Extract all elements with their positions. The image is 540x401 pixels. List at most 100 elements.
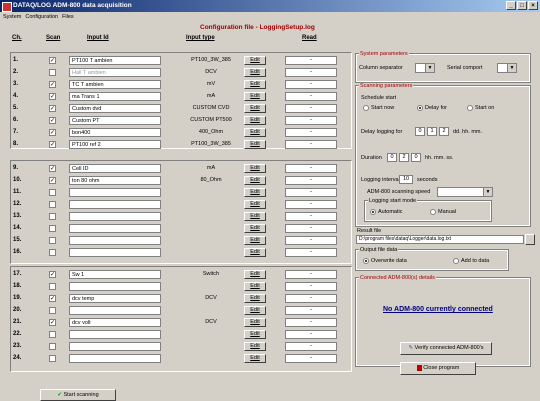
input-id-field[interactable]: ma Trans 1 [69, 92, 161, 101]
edit-button[interactable]: Edit [244, 306, 266, 315]
close-program-button[interactable]: Close program [400, 362, 476, 375]
edit-button[interactable]: Edit [244, 270, 266, 279]
scan-checkbox[interactable] [49, 69, 56, 76]
edit-button[interactable]: Edit [244, 342, 266, 351]
input-id-field[interactable] [69, 282, 161, 291]
scan-checkbox[interactable]: ✓ [49, 319, 56, 326]
menu-files[interactable]: Files [62, 12, 74, 22]
scan-checkbox[interactable] [49, 249, 56, 256]
edit-button[interactable]: Edit [244, 236, 266, 245]
minimize-button[interactable]: _ [506, 1, 516, 10]
scan-checkbox[interactable] [49, 283, 56, 290]
maximize-button[interactable]: □ [517, 1, 527, 10]
input-id-field[interactable]: Hall T ambien [69, 68, 161, 77]
scan-checkbox[interactable]: ✓ [49, 271, 56, 278]
scan-checkbox[interactable] [49, 343, 56, 350]
start-now-radio[interactable] [363, 105, 369, 111]
manual-radio[interactable] [430, 209, 436, 215]
scan-checkbox[interactable]: ✓ [49, 105, 56, 112]
edit-button[interactable]: Edit [244, 128, 266, 137]
input-id-field[interactable]: Custom PT [69, 116, 161, 125]
edit-button[interactable]: Edit [244, 116, 266, 125]
edit-button[interactable]: Edit [244, 188, 266, 197]
edit-button[interactable]: Edit [244, 318, 266, 327]
edit-button[interactable]: Edit [244, 330, 266, 339]
close-window-button[interactable]: × [528, 1, 538, 10]
scan-checkbox[interactable] [49, 237, 56, 244]
scan-checkbox[interactable]: ✓ [49, 295, 56, 302]
edit-button[interactable]: Edit [244, 200, 266, 209]
automatic-radio[interactable] [370, 209, 376, 215]
scan-checkbox[interactable] [49, 213, 56, 220]
menu-configuration[interactable]: Configuration [25, 12, 58, 22]
delay-hours-field[interactable]: 1 [427, 127, 437, 136]
duration-minutes-field[interactable]: 2 [399, 153, 409, 162]
scan-checkbox[interactable]: ✓ [49, 129, 56, 136]
scan-checkbox[interactable]: ✓ [49, 117, 56, 124]
edit-button[interactable]: Edit [244, 140, 266, 149]
delay-for-radio[interactable] [417, 105, 423, 111]
scan-checkbox[interactable] [49, 355, 56, 362]
browse-button[interactable] [525, 234, 535, 245]
duration-seconds-field[interactable]: 0 [411, 153, 421, 162]
start-scanning-button[interactable]: ✔ Start scanning [40, 389, 116, 401]
column-separator-select[interactable]: ▼ [415, 63, 435, 73]
input-id-field[interactable] [69, 248, 161, 257]
edit-button[interactable]: Edit [244, 92, 266, 101]
scan-checkbox[interactable] [49, 225, 56, 232]
logging-interval-field[interactable]: 10 [399, 175, 413, 184]
input-id-field[interactable]: ton 80 ohm [69, 176, 161, 185]
input-id-field[interactable] [69, 306, 161, 315]
scan-checkbox[interactable] [49, 189, 56, 196]
result-file-path[interactable]: D:\program files\dataq\Logger\data.log.t… [356, 235, 524, 244]
edit-button[interactable]: Edit [244, 176, 266, 185]
input-id-field[interactable]: PT100 ref 2 [69, 140, 161, 149]
edit-button[interactable]: Edit [244, 80, 266, 89]
input-id-field[interactable]: bon400 [69, 128, 161, 137]
input-id-field[interactable]: TC T ambien [69, 80, 161, 89]
scan-checkbox[interactable]: ✓ [49, 81, 56, 88]
input-id-field[interactable] [69, 354, 161, 363]
scan-checkbox[interactable] [49, 307, 56, 314]
delay-minutes-field[interactable]: 2 [439, 127, 449, 136]
edit-button[interactable]: Edit [244, 104, 266, 113]
duration-hours-field[interactable]: 0 [387, 153, 397, 162]
start-on-radio[interactable] [467, 105, 473, 111]
input-id-field[interactable] [69, 200, 161, 209]
edit-button[interactable]: Edit [244, 224, 266, 233]
scan-checkbox[interactable]: ✓ [49, 93, 56, 100]
menu-system[interactable]: System [3, 12, 21, 22]
serial-port-select[interactable]: ▼ [497, 63, 517, 73]
input-id-field[interactable]: Cell ID [69, 164, 161, 173]
input-id-field[interactable]: PT100 T ambien [69, 56, 161, 65]
input-id-field[interactable] [69, 224, 161, 233]
edit-button[interactable]: Edit [244, 68, 266, 77]
edit-button[interactable]: Edit [244, 56, 266, 65]
input-id-field[interactable]: Custom dvd [69, 104, 161, 113]
scan-checkbox[interactable]: ✓ [49, 165, 56, 172]
edit-button[interactable]: Edit [244, 282, 266, 291]
input-id-field[interactable]: Sw 1 [69, 270, 161, 279]
edit-button[interactable]: Edit [244, 294, 266, 303]
edit-button[interactable]: Edit [244, 248, 266, 257]
input-id-field[interactable] [69, 212, 161, 221]
scan-checkbox[interactable]: ✓ [49, 177, 56, 184]
input-id-field[interactable] [69, 330, 161, 339]
scanning-speed-select[interactable]: ▼ [437, 187, 493, 197]
input-id-field[interactable] [69, 188, 161, 197]
edit-button[interactable]: Edit [244, 354, 266, 363]
scan-checkbox[interactable] [49, 331, 56, 338]
overwrite-data-radio[interactable] [363, 258, 369, 264]
verify-devices-button[interactable]: ✎ Verify connected ADM-800's [400, 342, 492, 355]
input-id-field[interactable]: dcv temp [69, 294, 161, 303]
scan-checkbox[interactable] [49, 201, 56, 208]
edit-button[interactable]: Edit [244, 164, 266, 173]
input-id-field[interactable]: dcv volt [69, 318, 161, 327]
add-to-data-radio[interactable] [453, 258, 459, 264]
scan-checkbox[interactable]: ✓ [49, 57, 56, 64]
delay-days-field[interactable]: 0 [415, 127, 425, 136]
scan-checkbox[interactable]: ✓ [49, 141, 56, 148]
edit-button[interactable]: Edit [244, 212, 266, 221]
input-id-field[interactable] [69, 236, 161, 245]
input-id-field[interactable] [69, 342, 161, 351]
